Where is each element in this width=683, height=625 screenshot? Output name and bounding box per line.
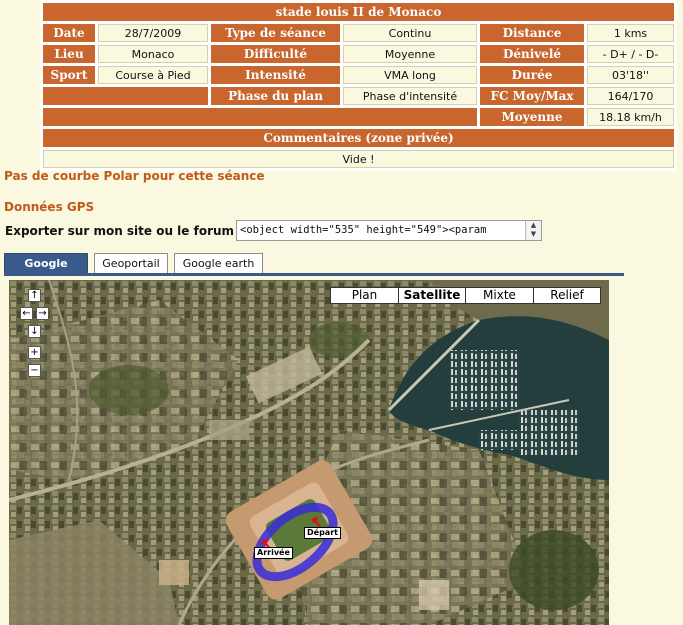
pan-down-icon[interactable]: ↓ — [28, 325, 41, 338]
comments-header: Commentaires (zone privée) — [43, 129, 674, 147]
lieu-label: Lieu — [43, 45, 95, 63]
intensite-label: Intensité — [211, 66, 340, 84]
sport-value: Course à Pied — [98, 66, 208, 84]
tab-google-map[interactable]: Google map — [4, 253, 88, 290]
end-marker-label: Arrivée — [254, 547, 293, 559]
lieu-value: Monaco — [98, 45, 208, 63]
pan-right-icon[interactable]: → — [36, 307, 49, 320]
type-value: Continu — [343, 24, 477, 42]
comments-value: Vide ! — [43, 150, 674, 168]
export-code-text: <object width="535" height="549"><param — [240, 224, 487, 236]
denivele-value: - D+ / - D- — [587, 45, 674, 63]
distance-value: 1 kms — [587, 24, 674, 42]
difficulte-value: Moyenne — [343, 45, 477, 63]
date-value: 28/7/2009 — [98, 24, 208, 42]
zoom-in-icon[interactable]: + — [28, 346, 41, 359]
fc-value: 164/170 — [587, 87, 674, 105]
export-code-field[interactable]: <object width="535" height="549"><param … — [236, 220, 542, 241]
blank-cell — [43, 87, 208, 105]
date-label: Date — [43, 24, 95, 42]
satellite-imagery — [9, 280, 609, 625]
start-marker-label: Départ — [304, 527, 341, 539]
gps-heading: Données GPS — [4, 200, 95, 214]
duree-label: Durée — [480, 66, 584, 84]
export-label: Exporter sur mon site ou le forum : — [5, 224, 244, 238]
map-type-plan[interactable]: Plan — [330, 287, 399, 304]
fc-label: FC Moy/Max — [480, 87, 584, 105]
pan-up-icon[interactable]: ↑ — [28, 289, 41, 302]
phase-value: Phase d'intensité — [343, 87, 477, 105]
tab-geoportail[interactable]: Geoportail — [94, 253, 168, 274]
session-title: stade louis II de Monaco — [43, 3, 674, 21]
denivele-label: Dénivelé — [480, 45, 584, 63]
session-table: stade louis II de Monaco Date 28/7/2009 … — [40, 0, 677, 171]
zoom-out-icon[interactable]: − — [28, 364, 41, 377]
tab-underline — [4, 273, 624, 276]
map-type-satellite[interactable]: Satellite — [398, 287, 466, 304]
satellite-map[interactable] — [9, 280, 609, 625]
moyenne-label: Moyenne — [480, 108, 584, 126]
map-type-mixte[interactable]: Mixte — [465, 287, 534, 304]
map-type-relief[interactable]: Relief — [533, 287, 601, 304]
pan-left-icon[interactable]: ← — [20, 307, 33, 320]
phase-label: Phase du plan — [211, 87, 340, 105]
polar-message: Pas de courbe Polar pour cette séance — [4, 169, 265, 183]
sport-label: Sport — [43, 66, 95, 84]
scroll-arrows[interactable]: ▲ ▼ — [525, 221, 541, 240]
blank-cell — [43, 108, 477, 126]
type-label: Type de séance — [211, 24, 340, 42]
intensite-value: VMA long — [343, 66, 477, 84]
duree-value: 03'18'' — [587, 66, 674, 84]
distance-label: Distance — [480, 24, 584, 42]
moyenne-value: 18.18 km/h — [587, 108, 674, 126]
tab-google-earth[interactable]: Google earth — [174, 253, 263, 274]
difficulte-label: Difficulté — [211, 45, 340, 63]
